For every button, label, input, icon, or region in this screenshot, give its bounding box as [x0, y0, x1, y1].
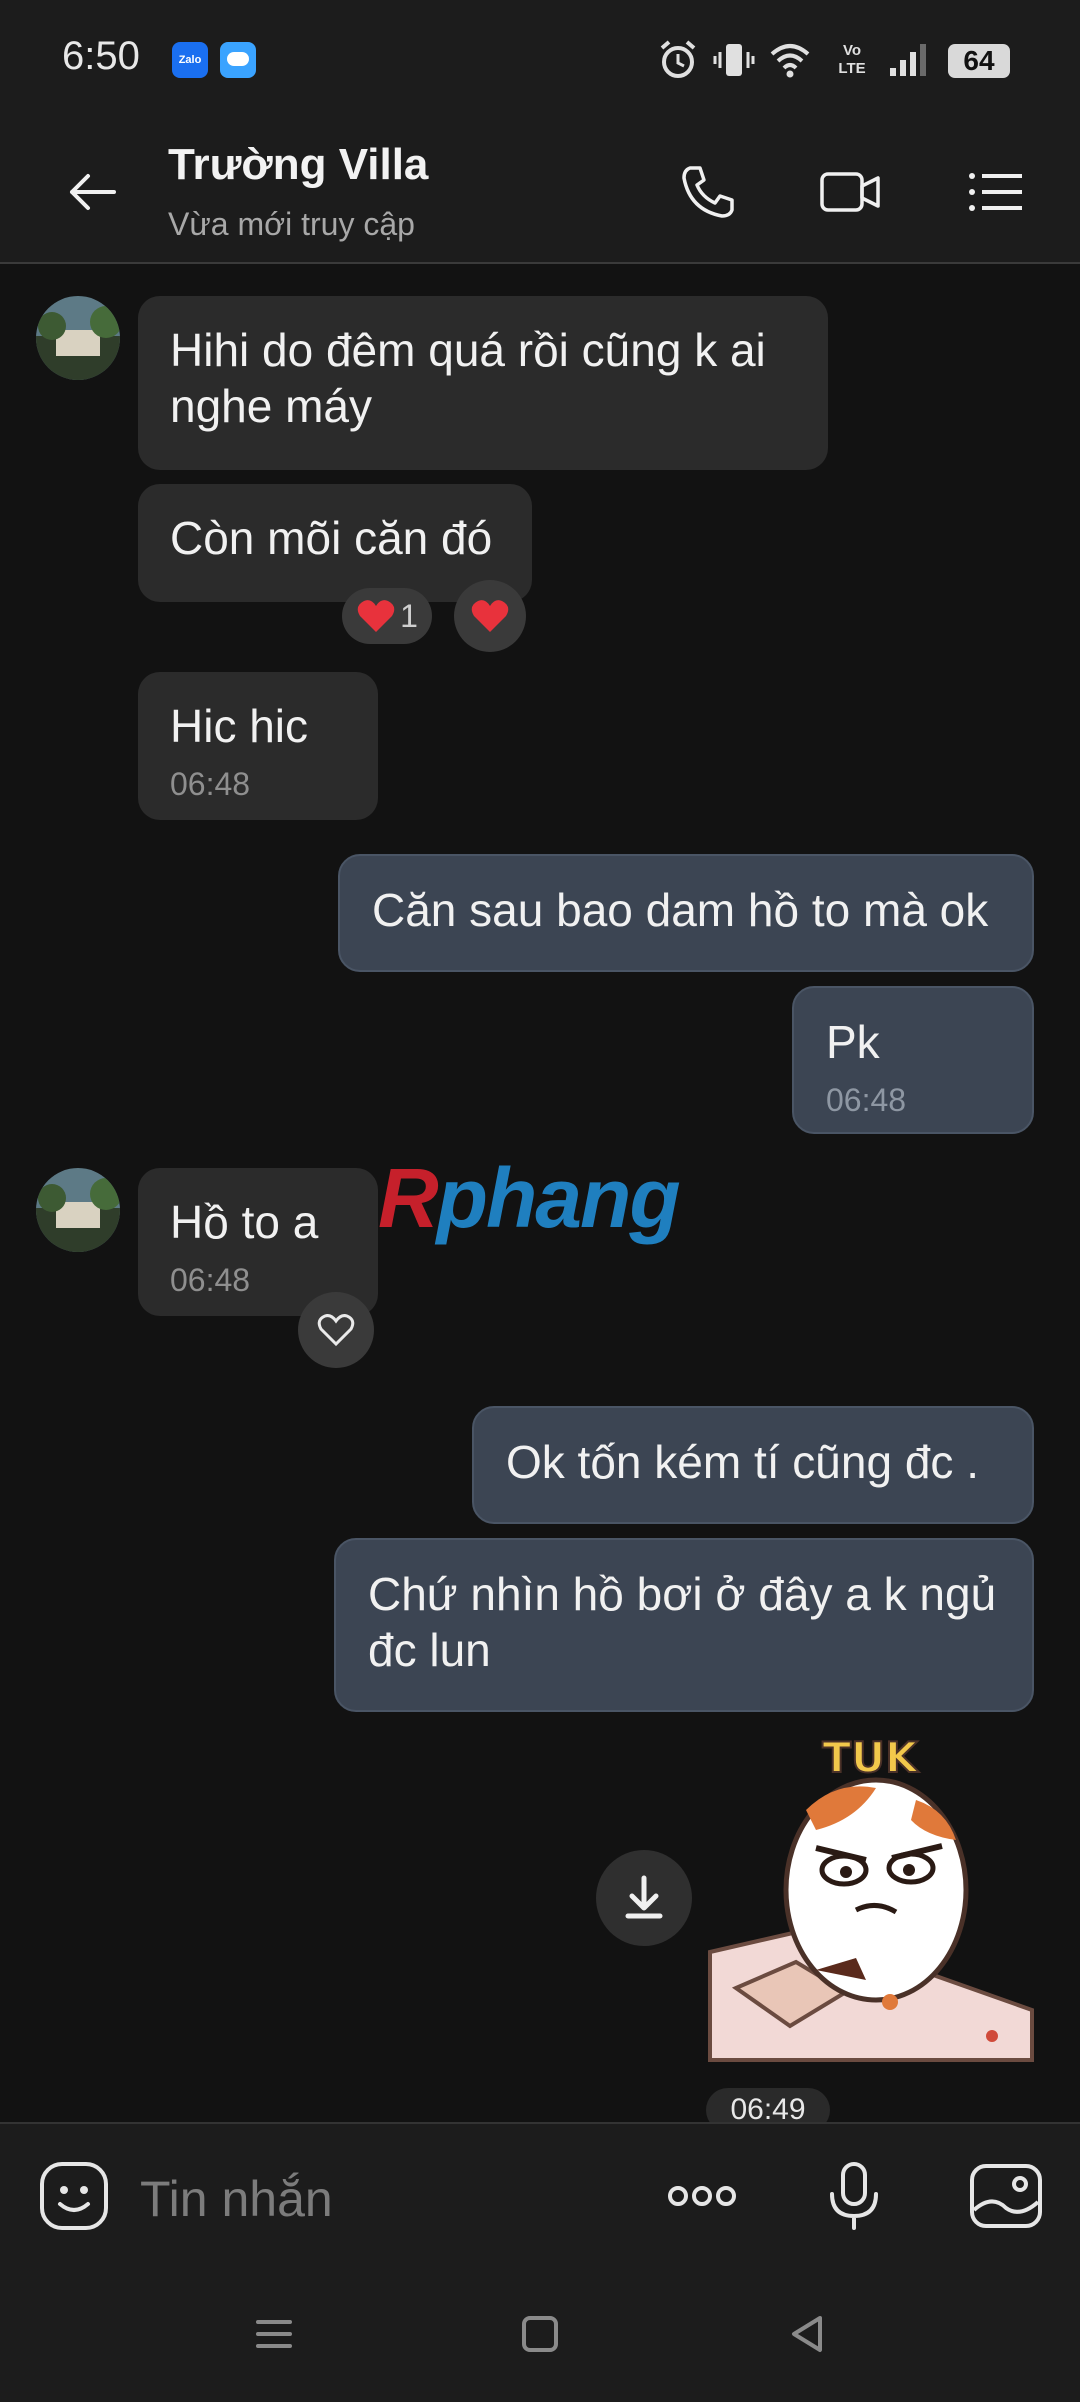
message-text: Hồ to a — [170, 1196, 319, 1248]
message-text: Pk — [826, 1016, 880, 1068]
message-text: Hic hic — [170, 700, 309, 752]
message-text: Căn sau bao dam hồ to mà ok — [372, 884, 989, 936]
contact-avatar[interactable] — [36, 1168, 120, 1252]
watermark: Rphang — [378, 1151, 681, 1245]
heart-icon — [357, 600, 395, 632]
message-time: 06:48 — [170, 766, 251, 802]
video-call-icon[interactable] — [818, 160, 882, 224]
image-gallery-icon[interactable] — [968, 2158, 1044, 2234]
message-bubble-outgoing[interactable]: Ok tốn kém tí cũng đc . — [472, 1406, 1034, 1524]
weather-icon — [220, 42, 256, 78]
more-options-icon[interactable] — [664, 2158, 740, 2234]
signal-icon — [890, 44, 926, 76]
status-time: 6:50 — [62, 34, 140, 78]
chat-header — [0, 120, 1080, 264]
reaction-summary[interactable]: 1 — [342, 588, 432, 644]
phone-call-icon[interactable] — [676, 160, 740, 224]
message-bubble-incoming[interactable]: Hihi do đêm quá rồi cũng k ai nghe máy — [138, 296, 828, 470]
message-text: Còn mõi căn đó — [170, 512, 493, 564]
download-icon — [625, 1875, 663, 1919]
message-input[interactable] — [138, 2164, 622, 2234]
message-text: Ok tốn kém tí cũng đc . — [506, 1436, 979, 1488]
alarm-icon — [660, 40, 696, 78]
battery-indicator: 64 — [948, 44, 1010, 78]
menu-list-icon[interactable] — [964, 160, 1028, 224]
contact-name[interactable]: Trường Villa — [168, 140, 428, 190]
react-button[interactable] — [298, 1292, 374, 1368]
back-arrow-icon[interactable] — [62, 160, 126, 224]
message-bubble-incoming[interactable]: Hic hic 06:48 — [138, 672, 378, 820]
heart-icon — [471, 600, 509, 632]
home-icon[interactable] — [516, 2310, 564, 2358]
download-button[interactable] — [596, 1850, 692, 1946]
vibrate-icon — [713, 44, 755, 76]
zalo-icon: Zalo — [172, 42, 208, 78]
message-time: 06:48 — [170, 1262, 251, 1298]
message-bubble-outgoing[interactable]: Căn sau bao dam hồ to mà ok — [338, 854, 1034, 972]
message-bubble-outgoing[interactable]: Pk 06:48 — [792, 986, 1034, 1134]
contact-avatar[interactable] — [36, 296, 120, 380]
back-nav-icon[interactable] — [784, 2310, 832, 2358]
sticker-image[interactable]: TÚK — [706, 1731, 1034, 2062]
message-time: 06:48 — [826, 1082, 907, 1118]
emoji-sticker-icon[interactable] — [36, 2158, 112, 2234]
heart-outline-icon — [317, 1314, 355, 1347]
message-text: Hihi do đêm quá rồi cũng k ai nghe máy — [170, 324, 766, 432]
microphone-icon[interactable] — [816, 2158, 892, 2234]
message-bubble-outgoing[interactable]: Chứ nhìn hồ bơi ở đây a k ngủ đc lun — [334, 1538, 1034, 1712]
message-text: Chứ nhìn hồ bơi ở đây a k ngủ đc lun — [368, 1568, 997, 1676]
reaction-count: 1 — [400, 597, 418, 634]
sticker-caption: TÚK — [822, 1740, 919, 1782]
volte-icon: Vo LTE — [838, 42, 866, 77]
wifi-icon — [770, 44, 810, 78]
recent-apps-icon[interactable] — [250, 2310, 298, 2358]
contact-status: Vừa mới truy cập — [168, 206, 415, 242]
react-button[interactable] — [454, 580, 526, 652]
